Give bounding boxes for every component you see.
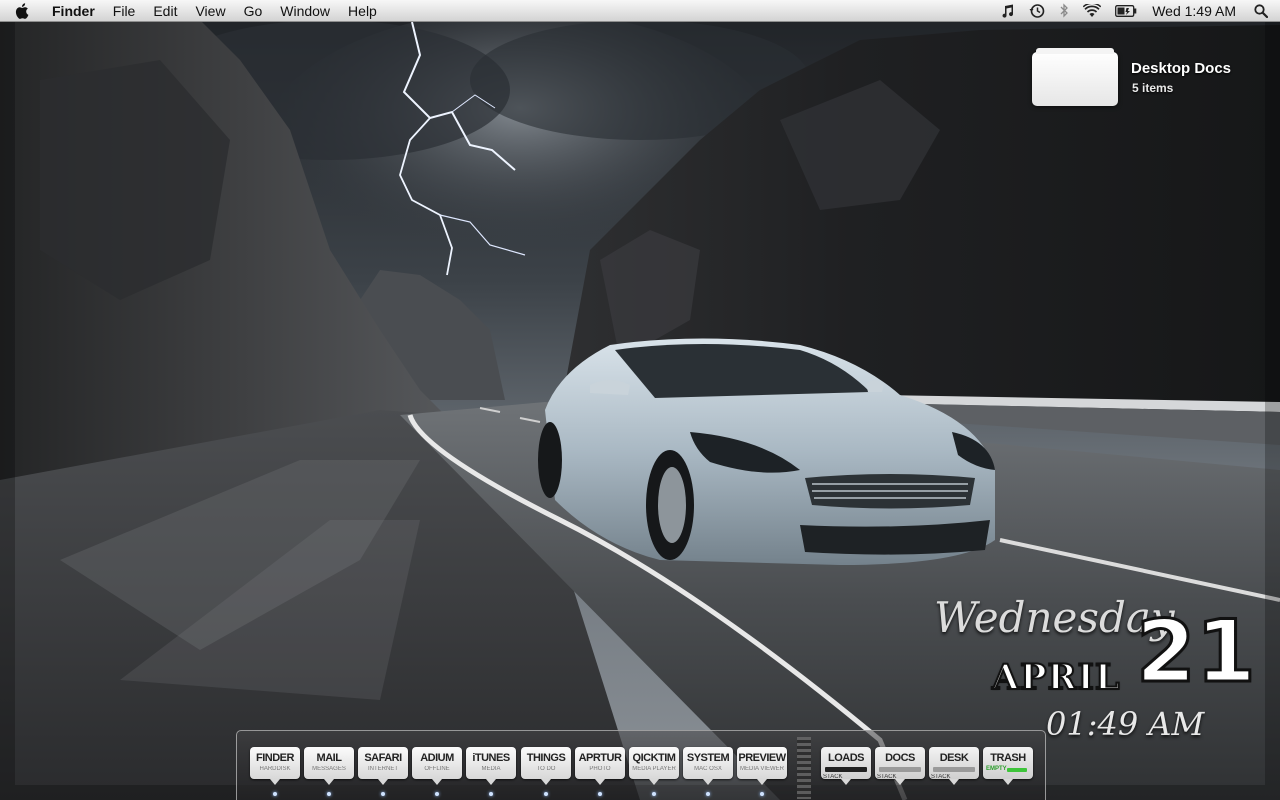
battery-icon[interactable]	[1108, 0, 1144, 22]
dock-item-label: MAIL	[316, 752, 342, 764]
dock-item-things[interactable]: THINGS TO DO	[521, 747, 571, 796]
dock-item-label: DESK	[939, 752, 969, 764]
running-indicator-icon	[327, 792, 331, 796]
dock: FINDER HARDDISK MAIL MESSAGES SAFARI INT…	[236, 730, 1046, 800]
dock-item-preview[interactable]: PREVIEW MEDIA VIEWER	[737, 747, 787, 796]
dock-item-sublabel: PHOTO	[589, 766, 611, 772]
menu-bar-extras: Wed 1:49 AM	[994, 0, 1280, 22]
dock-item-label: iTUNES	[472, 752, 510, 764]
dock-item-adium[interactable]: ADIUM OFFLINE	[412, 747, 462, 796]
dock-item-sublabel: STACK	[823, 774, 843, 780]
apple-menu-icon[interactable]	[0, 0, 44, 22]
running-indicator-icon	[273, 792, 277, 796]
desktop-docs-stack[interactable]: Desktop Docs 5 items	[1032, 48, 1272, 108]
running-indicator-icon	[706, 792, 710, 796]
spotlight-search-icon[interactable]	[1248, 0, 1280, 22]
running-indicator-icon	[652, 792, 656, 796]
stack-bar-icon	[825, 767, 867, 772]
menu-edit[interactable]: Edit	[144, 0, 186, 22]
desktop-docs-name: Desktop Docs	[1131, 60, 1232, 77]
running-indicator-icon	[544, 792, 548, 796]
dock-item-sublabel: TO DO	[536, 766, 556, 772]
dock-item-mail[interactable]: MAIL MESSAGES	[304, 747, 354, 796]
dock-item-label: SYSTEM	[686, 752, 730, 764]
menu-bar-left: Finder File Edit View Go Window Help	[0, 0, 386, 22]
dock-item-sublabel: MEDIA PLAYER	[632, 766, 676, 772]
dock-item-quicktime[interactable]: QICKTIM MEDIA PLAYER	[629, 747, 679, 796]
dock-item-label: SAFARI	[364, 752, 402, 764]
dock-item-sublabel: MAC OSX	[694, 766, 722, 772]
dock-item-label: THINGS	[526, 752, 566, 764]
dock-item-label: APRTUR	[578, 752, 622, 764]
trash-status-label: EMPTY	[986, 766, 1007, 772]
menu-window[interactable]: Window	[271, 0, 339, 22]
dock-item-label: QICKTIM	[632, 752, 676, 764]
running-indicator-icon	[760, 792, 764, 796]
time-machine-icon[interactable]	[1022, 0, 1052, 22]
running-indicator-icon	[435, 792, 439, 796]
dock-stack-desk[interactable]: DESK STACK	[929, 747, 979, 787]
running-indicator-icon	[381, 792, 385, 796]
stack-bar-icon	[879, 767, 921, 772]
dock-item-label: LOADS	[828, 752, 865, 764]
menu-file[interactable]: File	[104, 0, 145, 22]
date-widget-month: APRIL	[991, 656, 1121, 699]
menu-help[interactable]: Help	[339, 0, 386, 22]
stack-bar-icon	[933, 767, 975, 772]
dock-item-aperture[interactable]: APRTUR PHOTO	[575, 747, 625, 796]
dock-item-sublabel: MESSAGES	[312, 766, 346, 772]
dock-item-label: ADIUM	[420, 752, 454, 764]
dock-item-sublabel: HARDDISK	[259, 766, 291, 772]
dock-item-label: FINDER	[256, 752, 294, 764]
dock-item-sublabel: MEDIA	[481, 766, 501, 772]
bluetooth-icon[interactable]	[1052, 0, 1076, 22]
dock-item-sublabel: MEDIA VIEWER	[739, 766, 784, 772]
running-indicator-icon	[598, 792, 602, 796]
dock-item-finder[interactable]: FINDER HARDDISK	[250, 747, 300, 796]
desktop-docs-count: 5 items	[1132, 81, 1174, 95]
dock-item-sublabel: STACK	[931, 774, 951, 780]
itunes-note-icon[interactable]	[994, 0, 1022, 22]
dock-item-sublabel: STACK	[877, 774, 897, 780]
running-indicator-icon	[489, 792, 493, 796]
menu-view[interactable]: View	[186, 0, 234, 22]
dock-item-sublabel: OFFLINE	[424, 766, 450, 772]
menu-bar: Finder File Edit View Go Window Help Wed…	[0, 0, 1280, 22]
dock-item-label: PREVIEW	[738, 752, 786, 764]
dock-item-label: TRASH	[990, 752, 1026, 764]
dock-item-trash[interactable]: TRASH EMPTY	[983, 747, 1033, 787]
dock-item-safari[interactable]: SAFARI INTERNET	[358, 747, 408, 796]
menu-go[interactable]: Go	[235, 0, 272, 22]
dock-item-system[interactable]: SYSTEM MAC OSX	[683, 747, 733, 796]
date-widget: Wednesday APRIL 21 01:49 AM	[930, 585, 1260, 745]
menu-bar-clock[interactable]: Wed 1:49 AM	[1144, 0, 1248, 22]
wifi-icon[interactable]	[1076, 0, 1108, 22]
date-widget-day: 21	[1135, 602, 1258, 702]
trash-empty-indicator-icon	[1007, 768, 1027, 772]
dock-item-sublabel: INTERNET	[368, 766, 398, 772]
dock-item-label: DOCS	[885, 752, 915, 764]
stack-folder-icon[interactable]	[1032, 48, 1118, 106]
dock-stack-downloads[interactable]: LOADS STACK	[821, 747, 871, 787]
menu-app-finder[interactable]: Finder	[44, 0, 104, 22]
dock-stack-docs[interactable]: DOCS STACK	[875, 747, 925, 787]
date-widget-time: 01:49 AM	[1046, 705, 1205, 743]
dock-divider[interactable]	[797, 737, 811, 799]
dock-item-itunes[interactable]: iTUNES MEDIA	[466, 747, 516, 796]
